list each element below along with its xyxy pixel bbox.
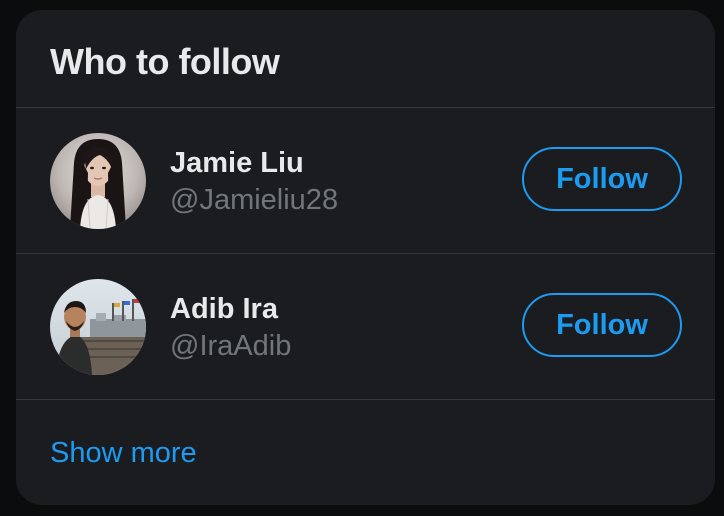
- user-names: Jamie Liu @Jamieliu28: [170, 146, 338, 218]
- who-to-follow-card: Who to follow Jamie Liu @Jamieliu28 Foll…: [16, 10, 715, 505]
- display-name[interactable]: Adib Ira: [170, 292, 291, 326]
- card-header: Who to follow: [16, 10, 715, 108]
- user-names: Adib Ira @IraAdib: [170, 292, 291, 364]
- avatar-photo-icon: [50, 133, 146, 229]
- follow-button-adib-ira[interactable]: Follow: [522, 293, 682, 357]
- user-row-adib-ira[interactable]: Adib Ira @IraAdib Follow: [16, 254, 715, 400]
- avatar[interactable]: [50, 279, 146, 375]
- user-handle[interactable]: @Jamieliu28: [170, 182, 338, 218]
- card-footer: Show more: [16, 400, 715, 504]
- card-title: Who to follow: [50, 41, 280, 82]
- user-row-jamie-liu[interactable]: Jamie Liu @Jamieliu28 Follow: [16, 108, 715, 254]
- display-name[interactable]: Jamie Liu: [170, 146, 338, 180]
- avatar-photo-icon: [50, 279, 146, 375]
- show-more-link[interactable]: Show more: [50, 437, 197, 469]
- user-handle[interactable]: @IraAdib: [170, 328, 291, 364]
- follow-button-jamie-liu[interactable]: Follow: [522, 147, 682, 211]
- avatar[interactable]: [50, 133, 146, 229]
